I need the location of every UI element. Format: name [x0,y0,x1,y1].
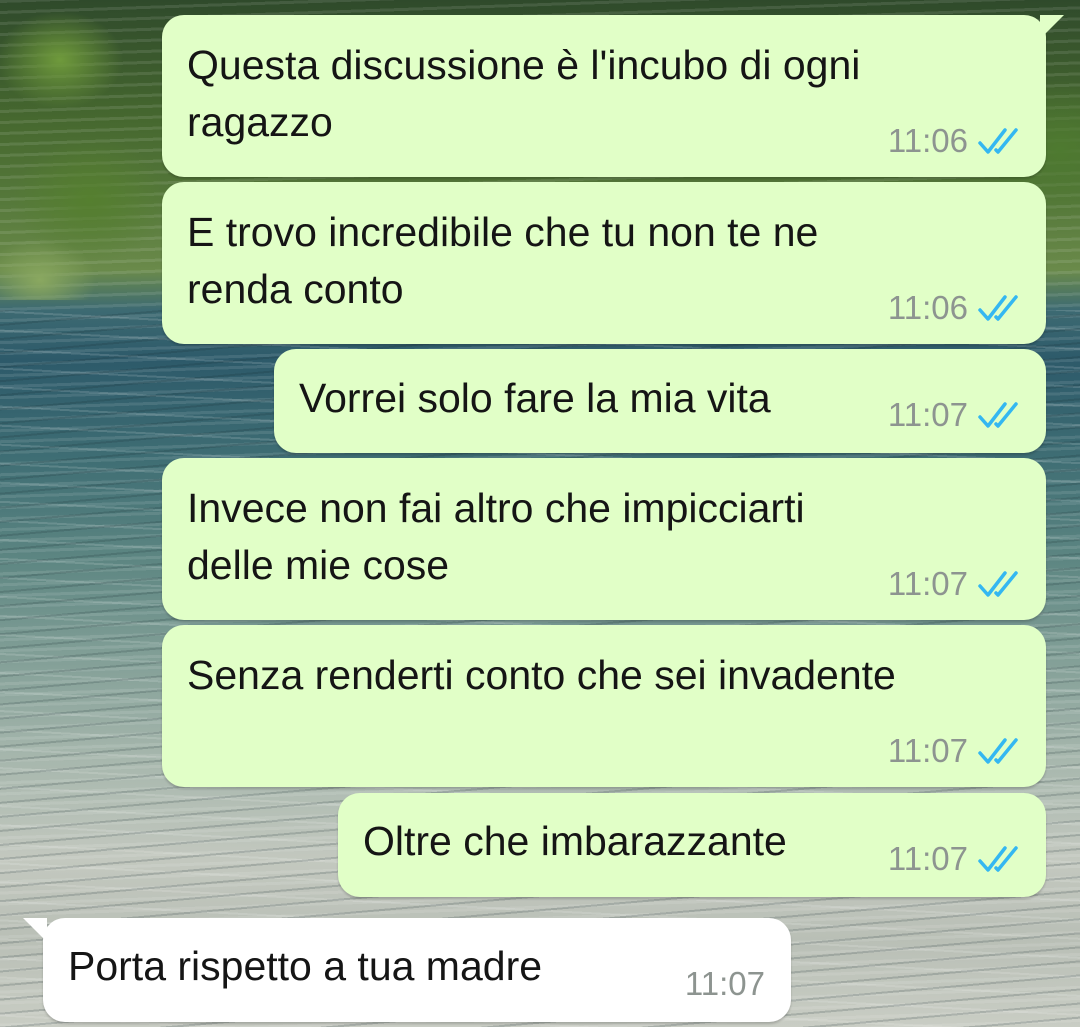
message-time: 11:07 [887,396,968,433]
message-meta: 11:06 [888,288,1022,328]
incoming-message[interactable]: Porta rispetto a tua madre 11:07 [23,918,791,1022]
message-time: 11:06 [887,289,968,326]
outgoing-message[interactable]: E trovo incredibile che tu non te ne ren… [162,182,1046,344]
double-check-icon [978,571,1018,597]
bubble-tail [1040,15,1064,39]
message-text: Oltre che imbarazzante [363,818,787,864]
outgoing-message[interactable]: Invece non fai altro che impicciarti del… [162,458,1046,620]
message-meta: 11:07 [888,731,1022,771]
message-text: Porta rispetto a tua madre [68,943,543,989]
double-check-icon [978,295,1018,321]
outgoing-message[interactable]: Vorrei solo fare la mia vita 11:07 [274,349,1046,453]
message-time: 11:07 [887,840,968,877]
message-meta: 11:06 [888,121,1022,161]
bubble-tail [23,918,47,942]
outgoing-message[interactable]: Senza renderti conto che sei invadente 1… [162,625,1046,787]
message-meta: 11:07 [888,564,1022,604]
message-text: Questa discussione è l'incubo di ogni ra… [187,42,861,145]
message-time: 11:07 [887,565,968,602]
message-text: Invece non fai altro che impicciarti del… [187,485,805,588]
message-text: Senza renderti conto che sei invadente [187,652,896,698]
message-time: 11:07 [684,965,765,1002]
message-text: Vorrei solo fare la mia vita [299,375,771,421]
double-check-icon [978,846,1018,872]
outgoing-message[interactable]: Oltre che imbarazzante 11:07 [338,793,1046,897]
double-check-icon [978,738,1018,764]
message-text: E trovo incredibile che tu non te ne ren… [187,209,819,312]
message-time: 11:06 [887,122,968,159]
message-time: 11:07 [887,732,968,769]
message-meta: 11:07 [888,395,1022,435]
outgoing-message[interactable]: Questa discussione è l'incubo di ogni ra… [162,15,1064,177]
double-check-icon [978,402,1018,428]
message-meta: 11:07 [888,839,1022,879]
message-meta: 11:07 [685,964,765,1004]
double-check-icon [978,128,1018,154]
